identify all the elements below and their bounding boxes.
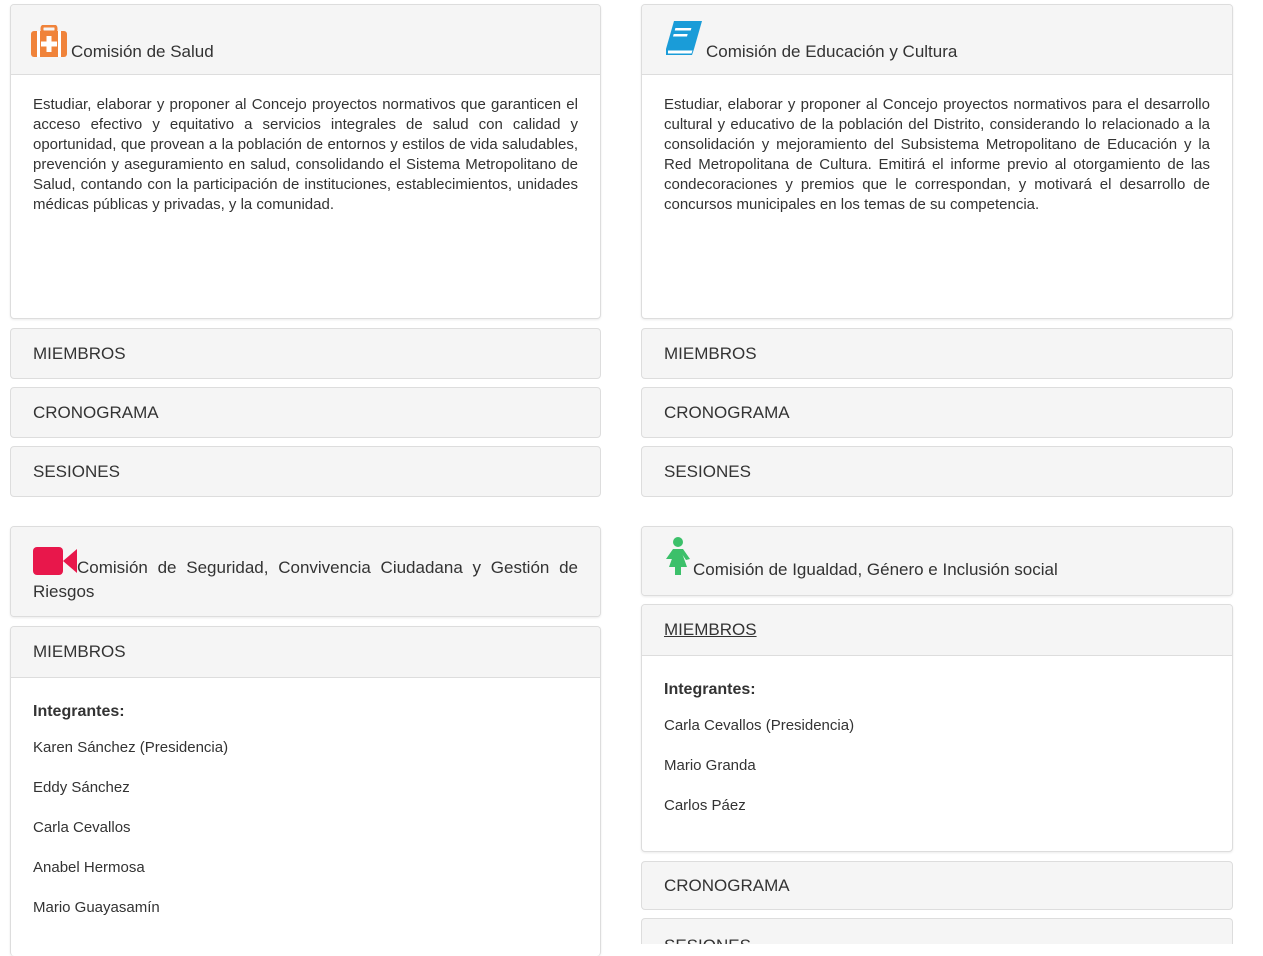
- sessions-toggle[interactable]: SESIONES: [641, 918, 1233, 944]
- sessions-label: SESIONES: [664, 936, 751, 944]
- member-name: Carlos Páez: [664, 797, 746, 814]
- commission-title: Comisión de Salud: [71, 42, 214, 61]
- commission-header: Comisión de Seguridad, Convivencia Ciuda…: [11, 527, 600, 616]
- member-name: Anabel Hermosa: [33, 859, 145, 876]
- members-panel: MIEMBROS Integrantes: Karen Sánchez (Pre…: [10, 626, 601, 956]
- integrantes-label: Integrantes:: [664, 681, 756, 698]
- commission-title: Comisión de Igualdad, Género e Inclusión…: [693, 560, 1058, 579]
- member-name: Eddy Sánchez: [33, 779, 130, 796]
- sessions-label: SESIONES: [33, 461, 120, 481]
- commission-title: Comisión de Educación y Cultura: [706, 42, 958, 61]
- schedule-toggle[interactable]: CRONOGRAMA: [10, 387, 601, 438]
- schedule-label: CRONOGRAMA: [664, 875, 790, 895]
- commission-header: Comisión de Educación y Cultura: [642, 5, 1232, 75]
- sessions-toggle[interactable]: SESIONES: [641, 446, 1233, 497]
- person-icon: [664, 537, 692, 580]
- integrantes-label: Integrantes:: [33, 703, 125, 720]
- commission-header: Comisión de Igualdad, Género e Inclusión…: [642, 527, 1232, 595]
- schedule-label: CRONOGRAMA: [664, 402, 790, 422]
- schedule-label: CRONOGRAMA: [33, 402, 159, 422]
- members-toggle[interactable]: MIEMBROS: [11, 627, 600, 678]
- commission-card-educacion: Comisión de Educación y Cultura Estudiar…: [641, 4, 1233, 319]
- members-label: MIEMBROS: [33, 343, 126, 363]
- video-camera-icon: [33, 547, 77, 581]
- members-label: MIEMBROS: [33, 642, 126, 661]
- commission-card-salud: Comisión de Salud Estudiar, elaborar y p…: [10, 4, 601, 319]
- member-name: Carla Cevallos (Presidencia): [664, 717, 855, 734]
- member-name: Karen Sánchez (Presidencia): [33, 739, 229, 756]
- commission-header: Comisión de Salud: [11, 5, 600, 75]
- sessions-toggle[interactable]: SESIONES: [10, 446, 601, 497]
- member-name: Mario Guayasamín: [33, 899, 160, 916]
- commission-description: Estudiar, elaborar y proponer al Concejo…: [33, 96, 578, 213]
- schedule-toggle[interactable]: CRONOGRAMA: [641, 387, 1233, 438]
- members-toggle[interactable]: MIEMBROS: [10, 328, 601, 379]
- commission-card-seguridad: Comisión de Seguridad, Convivencia Ciuda…: [10, 526, 601, 617]
- sessions-label: SESIONES: [664, 461, 751, 481]
- first-aid-kit-icon: [31, 24, 67, 62]
- book-icon: [664, 19, 704, 62]
- members-panel: MIEMBROS Integrantes: Carla Cevallos (Pr…: [641, 604, 1233, 852]
- members-label: MIEMBROS: [664, 343, 757, 363]
- members-toggle[interactable]: MIEMBROS: [641, 328, 1233, 379]
- members-toggle[interactable]: MIEMBROS: [642, 605, 1232, 656]
- member-name: Mario Granda: [664, 757, 756, 774]
- commission-title: Comisión de Seguridad, Convivencia Ciuda…: [33, 558, 578, 601]
- members-label: MIEMBROS: [664, 620, 757, 639]
- schedule-toggle[interactable]: CRONOGRAMA: [641, 861, 1233, 910]
- member-name: Carla Cevallos: [33, 819, 131, 836]
- commission-description: Estudiar, elaborar y proponer al Concejo…: [664, 96, 1210, 213]
- commission-card-igualdad: Comisión de Igualdad, Género e Inclusión…: [641, 526, 1233, 596]
